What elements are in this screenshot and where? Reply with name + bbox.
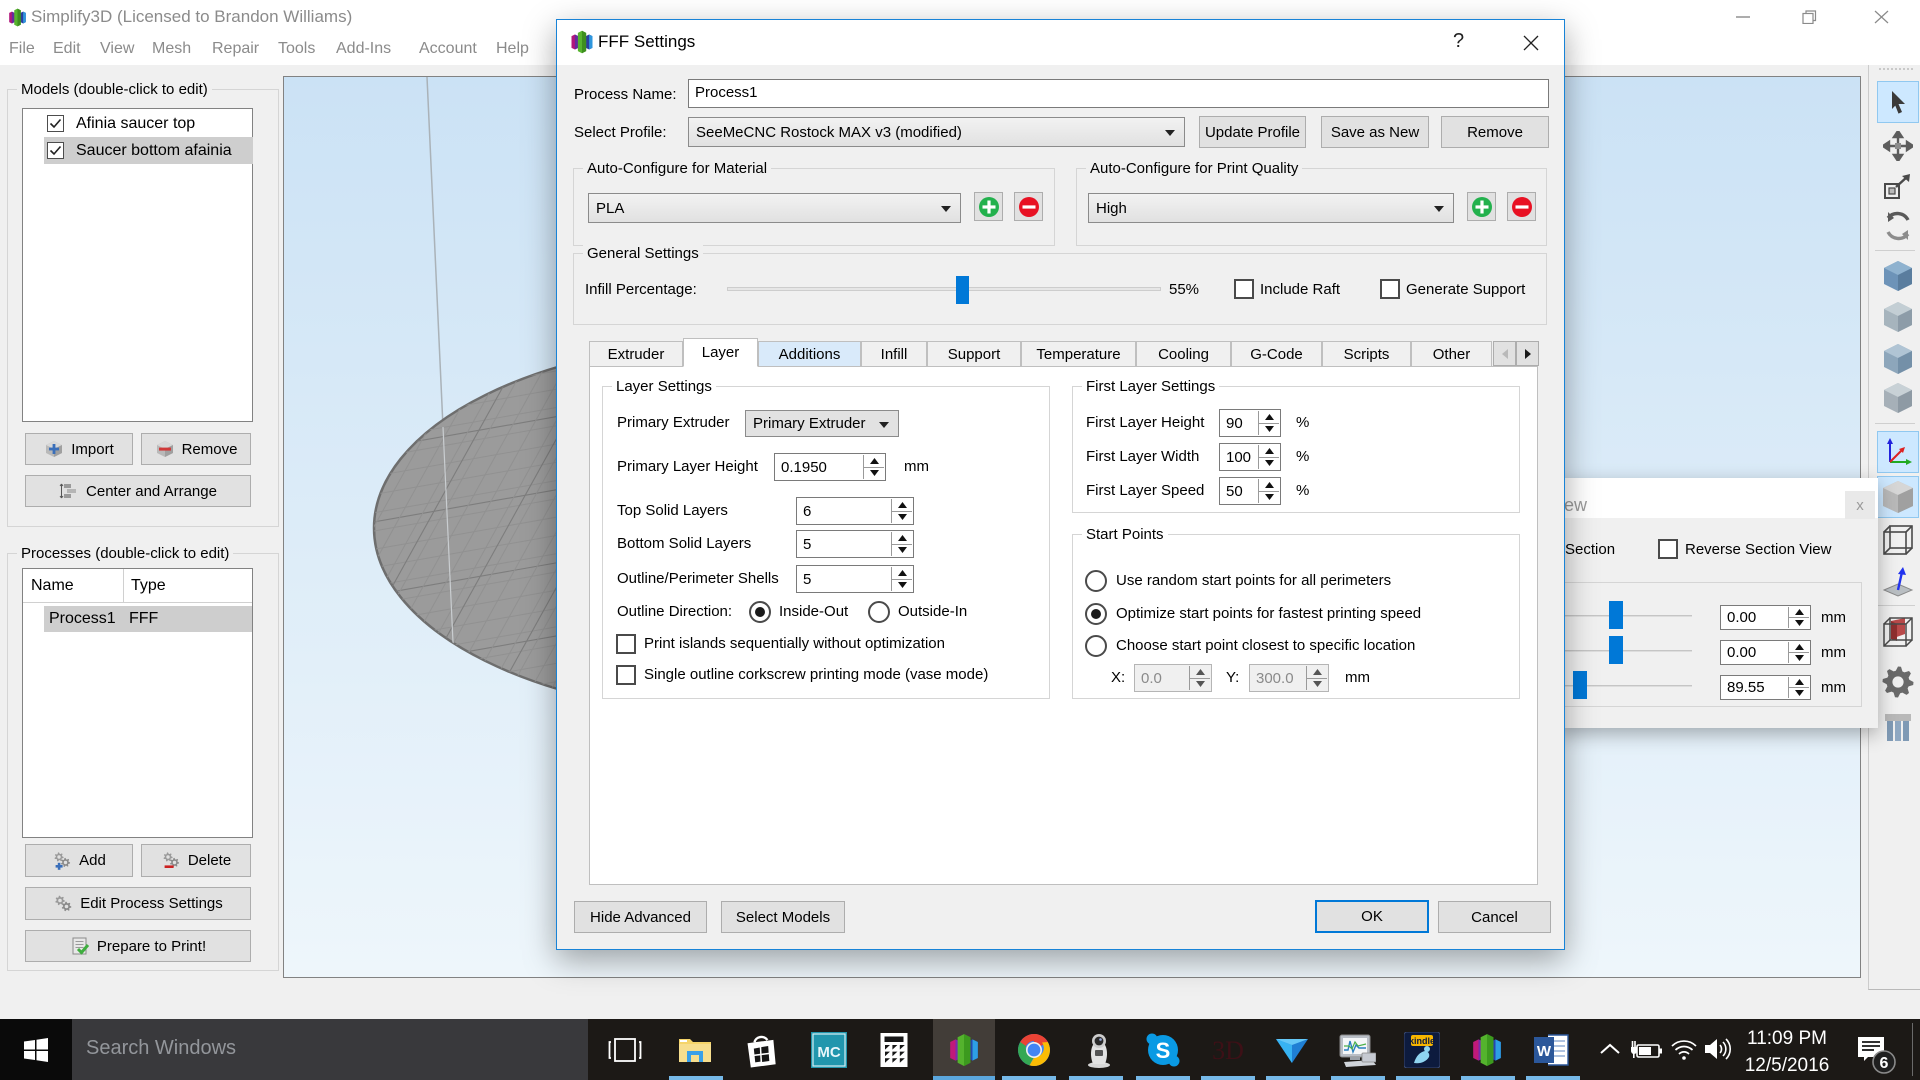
svg-text:6: 6 — [1880, 1055, 1889, 1072]
svg-text:W: W — [1537, 1043, 1552, 1060]
svg-text:S: S — [1156, 1038, 1171, 1063]
svg-text:kindle: kindle — [1409, 1036, 1435, 1046]
svg-text:3D: 3D — [1212, 1037, 1244, 1063]
svg-text:MC: MC — [817, 1044, 840, 1061]
